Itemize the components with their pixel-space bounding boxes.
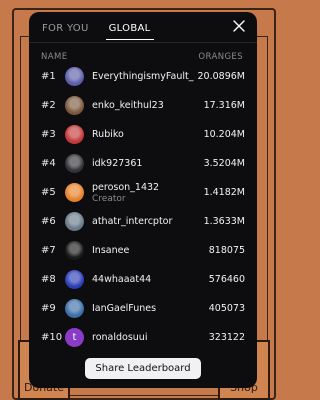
leaderboard-row[interactable]: #10 t ronaldosuui 323122 bbox=[41, 323, 245, 352]
orange-count: 818075 bbox=[208, 245, 245, 256]
player-name: EverythingismyFault_ bbox=[92, 71, 194, 82]
avatar bbox=[65, 67, 84, 86]
player-info: idk927361 bbox=[92, 158, 200, 169]
orange-count: 323122 bbox=[208, 332, 245, 343]
player-info: athatr_intercptor bbox=[92, 216, 200, 227]
leaderboard-tabs: FOR YOU GLOBAL bbox=[39, 17, 247, 41]
player-name: ronaldosuui bbox=[92, 332, 148, 343]
player-info: Rubiko bbox=[92, 129, 200, 140]
orange-count: 10.204M bbox=[203, 129, 245, 140]
player-info: ronaldosuui bbox=[92, 332, 205, 343]
tab-global[interactable]: GLOBAL bbox=[105, 18, 154, 40]
player-name: Rubiko bbox=[92, 129, 124, 140]
orange-count: 20.0896M bbox=[197, 71, 245, 82]
rank-label: #6 bbox=[41, 216, 56, 227]
leaderboard-row[interactable]: #5 peroson_1432 Creator 1.4182M bbox=[41, 178, 245, 207]
player-info: enko_keithul23 bbox=[92, 100, 200, 111]
tab-for-you[interactable]: FOR YOU bbox=[39, 18, 92, 40]
avatar bbox=[65, 183, 84, 202]
leaderboard-row[interactable]: #8 44whaaat44 576460 bbox=[41, 265, 245, 294]
player-name: Insanee bbox=[92, 245, 130, 256]
rank-label: #10 bbox=[41, 332, 63, 343]
leaderboard-modal: FOR YOU GLOBAL NAME ORANGES #1 Everything… bbox=[29, 12, 257, 388]
leaderboard-row[interactable]: #7 Insanee 818075 bbox=[41, 236, 245, 265]
player-name: athatr_intercptor bbox=[92, 216, 173, 227]
orange-count: 405073 bbox=[208, 303, 245, 314]
player-info: peroson_1432 Creator bbox=[92, 182, 200, 204]
share-leaderboard-button[interactable]: Share Leaderboard bbox=[85, 358, 201, 379]
player-info: Insanee bbox=[92, 245, 205, 256]
player-name: IanGaelFunes bbox=[92, 303, 157, 314]
player-subtitle: Creator bbox=[92, 193, 126, 204]
close-icon[interactable] bbox=[231, 18, 247, 34]
avatar bbox=[65, 125, 84, 144]
player-info: 44whaaat44 bbox=[92, 274, 205, 285]
orange-count: 1.4182M bbox=[203, 187, 245, 198]
leaderboard-list: #1 EverythingismyFault_ 20.0896M #2 enko_kei… bbox=[41, 62, 245, 352]
leaderboard-row[interactable]: #9 IanGaelFunes 405073 bbox=[41, 294, 245, 323]
avatar bbox=[65, 270, 84, 289]
avatar bbox=[65, 154, 84, 173]
avatar bbox=[65, 241, 84, 260]
avatar bbox=[65, 299, 84, 318]
orange-count: 17.316M bbox=[203, 100, 245, 111]
leaderboard-row[interactable]: #3 Rubiko 10.204M bbox=[41, 120, 245, 149]
rank-label: #2 bbox=[41, 100, 56, 111]
avatar bbox=[65, 212, 84, 231]
rank-label: #4 bbox=[41, 158, 56, 169]
rank-label: #9 bbox=[41, 303, 56, 314]
leaderboard-row[interactable]: #6 athatr_intercptor 1.3633M bbox=[41, 207, 245, 236]
player-name: idk927361 bbox=[92, 158, 143, 169]
player-name: 44whaaat44 bbox=[92, 274, 152, 285]
orange-count: 576460 bbox=[208, 274, 245, 285]
rank-label: #5 bbox=[41, 187, 56, 198]
orange-count: 1.3633M bbox=[203, 216, 245, 227]
rank-label: #8 bbox=[41, 274, 56, 285]
player-info: IanGaelFunes bbox=[92, 303, 205, 314]
tabs-divider bbox=[29, 42, 257, 43]
orange-count: 3.5204M bbox=[203, 158, 245, 169]
rank-label: #3 bbox=[41, 129, 56, 140]
leaderboard-row[interactable]: #1 EverythingismyFault_ 20.0896M bbox=[41, 62, 245, 91]
player-name: peroson_1432 bbox=[92, 181, 160, 193]
player-info: EverythingismyFault_ bbox=[92, 71, 194, 82]
avatar bbox=[65, 96, 84, 115]
leaderboard-row[interactable]: #4 idk927361 3.5204M bbox=[41, 149, 245, 178]
rank-label: #7 bbox=[41, 245, 56, 256]
player-name: enko_keithul23 bbox=[92, 100, 164, 111]
leaderboard-row[interactable]: #2 enko_keithul23 17.316M bbox=[41, 91, 245, 120]
rank-label: #1 bbox=[41, 71, 56, 82]
avatar: t bbox=[65, 328, 84, 347]
